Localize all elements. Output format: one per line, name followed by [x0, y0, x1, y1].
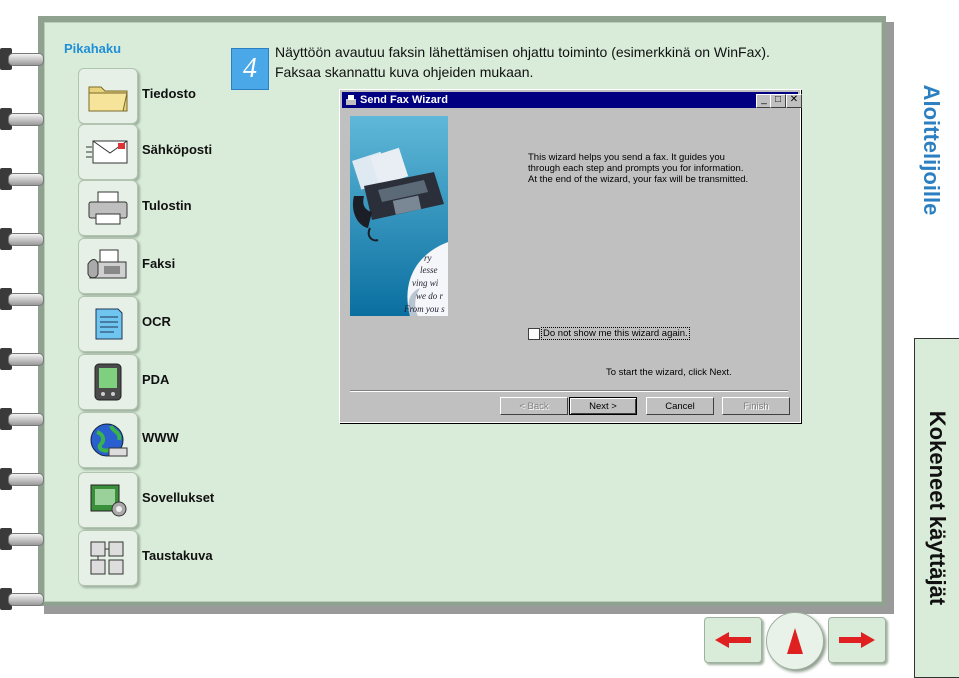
- image-script-text: ving wi: [412, 278, 439, 288]
- fax-icon: [78, 238, 138, 294]
- ring: [0, 284, 44, 314]
- wizard-intro-text: This wizard helps you send a fax. It gui…: [528, 152, 768, 185]
- arrow-right-icon: [839, 632, 875, 648]
- fax-machine-illustration: ry lesse ving wi we do r From you s: [350, 116, 448, 316]
- step-description-line: Näyttöön avautuu faksin lähettämisen ohj…: [275, 44, 770, 60]
- sidebar-item-label: Tiedosto: [142, 86, 196, 101]
- maximize-icon: □: [774, 94, 782, 105]
- up-button[interactable]: [766, 612, 824, 670]
- ocr-document-icon: [78, 296, 138, 352]
- sidebar-item-tulostin[interactable]: Tulostin: [78, 180, 248, 236]
- window-title: Send Fax Wizard: [360, 94, 448, 106]
- close-button[interactable]: ✕: [786, 94, 802, 108]
- ring: [0, 44, 44, 74]
- sidebar-item-label: Tulostin: [142, 198, 192, 213]
- wallpaper-icon: [78, 530, 138, 586]
- ring: [0, 104, 44, 134]
- tab-experienced-users[interactable]: Kokeneet käyttäjät: [914, 338, 959, 678]
- next-button[interactable]: Next >: [569, 397, 637, 415]
- ring: [0, 224, 44, 254]
- cancel-button[interactable]: Cancel: [646, 397, 714, 415]
- sidebar-item-label: PDA: [142, 372, 170, 387]
- tab-experienced-label: Kokeneet käyttäjät: [925, 410, 950, 606]
- sidebar-item-faksi[interactable]: Faksi: [78, 238, 248, 294]
- ring: [0, 164, 44, 194]
- email-icon: [78, 124, 138, 180]
- sidebar-item-label: Sovellukset: [142, 490, 215, 505]
- dont-show-again-label[interactable]: Do not show me this wizard again.: [541, 327, 690, 340]
- sidebar-item-sahkoposti[interactable]: Sähköposti: [78, 124, 248, 180]
- fax-wizard-icon: [346, 95, 356, 105]
- back-button[interactable]: < Back: [500, 397, 568, 415]
- globe-icon: [78, 412, 138, 468]
- button-separator: [350, 390, 788, 392]
- dont-show-again-checkbox[interactable]: [528, 328, 540, 340]
- ring: [0, 464, 44, 494]
- ring: [0, 584, 44, 614]
- wizard-intro-line: This wizard helps you send a fax. It gui…: [528, 152, 725, 163]
- image-script-text: lesse: [420, 265, 438, 275]
- arrow-up-icon: [787, 628, 803, 654]
- step-description: Näyttöön avautuu faksin lähettämisen ohj…: [275, 42, 770, 82]
- sidebar-item-sovellukset[interactable]: Sovellukset: [78, 472, 248, 528]
- sidebar-item-label: Sähköposti: [142, 142, 213, 157]
- tab-beginners[interactable]: Aloittelijoille: [903, 30, 959, 270]
- ring: [0, 524, 44, 554]
- send-fax-wizard-window: Send Fax Wizard _ □ ✕ ry lesse ving wi w…: [339, 89, 802, 423]
- close-icon: ✕: [789, 94, 799, 105]
- pda-icon: [78, 354, 138, 410]
- applications-icon: [78, 472, 138, 528]
- finish-button[interactable]: Finish: [722, 397, 790, 415]
- image-script-text: we do r: [416, 291, 443, 301]
- next-page-button[interactable]: [828, 617, 886, 663]
- start-instruction-text: To start the wizard, click Next.: [606, 367, 732, 378]
- maximize-button[interactable]: □: [770, 94, 786, 108]
- tab-beginners-label: Aloittelijoille: [919, 84, 944, 216]
- sidebar-item-taustakuva[interactable]: Taustakuva: [78, 530, 248, 586]
- ring: [0, 404, 44, 434]
- wizard-intro-line: through each step and prompts you for in…: [528, 163, 744, 174]
- minimize-icon: _: [761, 94, 767, 105]
- sidebar-title: Pikahaku: [64, 41, 122, 56]
- sidebar-item-label: OCR: [142, 314, 171, 329]
- arrow-left-icon: [715, 632, 751, 648]
- ring: [0, 344, 44, 374]
- step-description-line: Faksaa skannattu kuva ohjeiden mukaan.: [275, 64, 534, 80]
- image-script-text: From you s: [403, 304, 445, 314]
- sidebar-item-pda[interactable]: PDA: [78, 354, 248, 410]
- previous-page-button[interactable]: [704, 617, 762, 663]
- step-number-badge: 4: [231, 48, 269, 90]
- window-title-bar[interactable]: Send Fax Wizard _ □ ✕: [342, 92, 802, 108]
- sidebar-item-tiedosto[interactable]: Tiedosto: [78, 68, 248, 124]
- folder-icon: [78, 68, 138, 124]
- sidebar-item-label: Taustakuva: [142, 548, 213, 563]
- image-script-text: ry: [424, 253, 432, 263]
- sidebar-item-label: WWW: [142, 430, 179, 445]
- wizard-intro-line: At the end of the wizard, your fax will …: [528, 174, 749, 185]
- printer-icon: [78, 180, 138, 236]
- sidebar-item-www[interactable]: WWW: [78, 412, 248, 468]
- sidebar-item-label: Faksi: [142, 256, 176, 271]
- sidebar-item-ocr[interactable]: OCR: [78, 296, 248, 352]
